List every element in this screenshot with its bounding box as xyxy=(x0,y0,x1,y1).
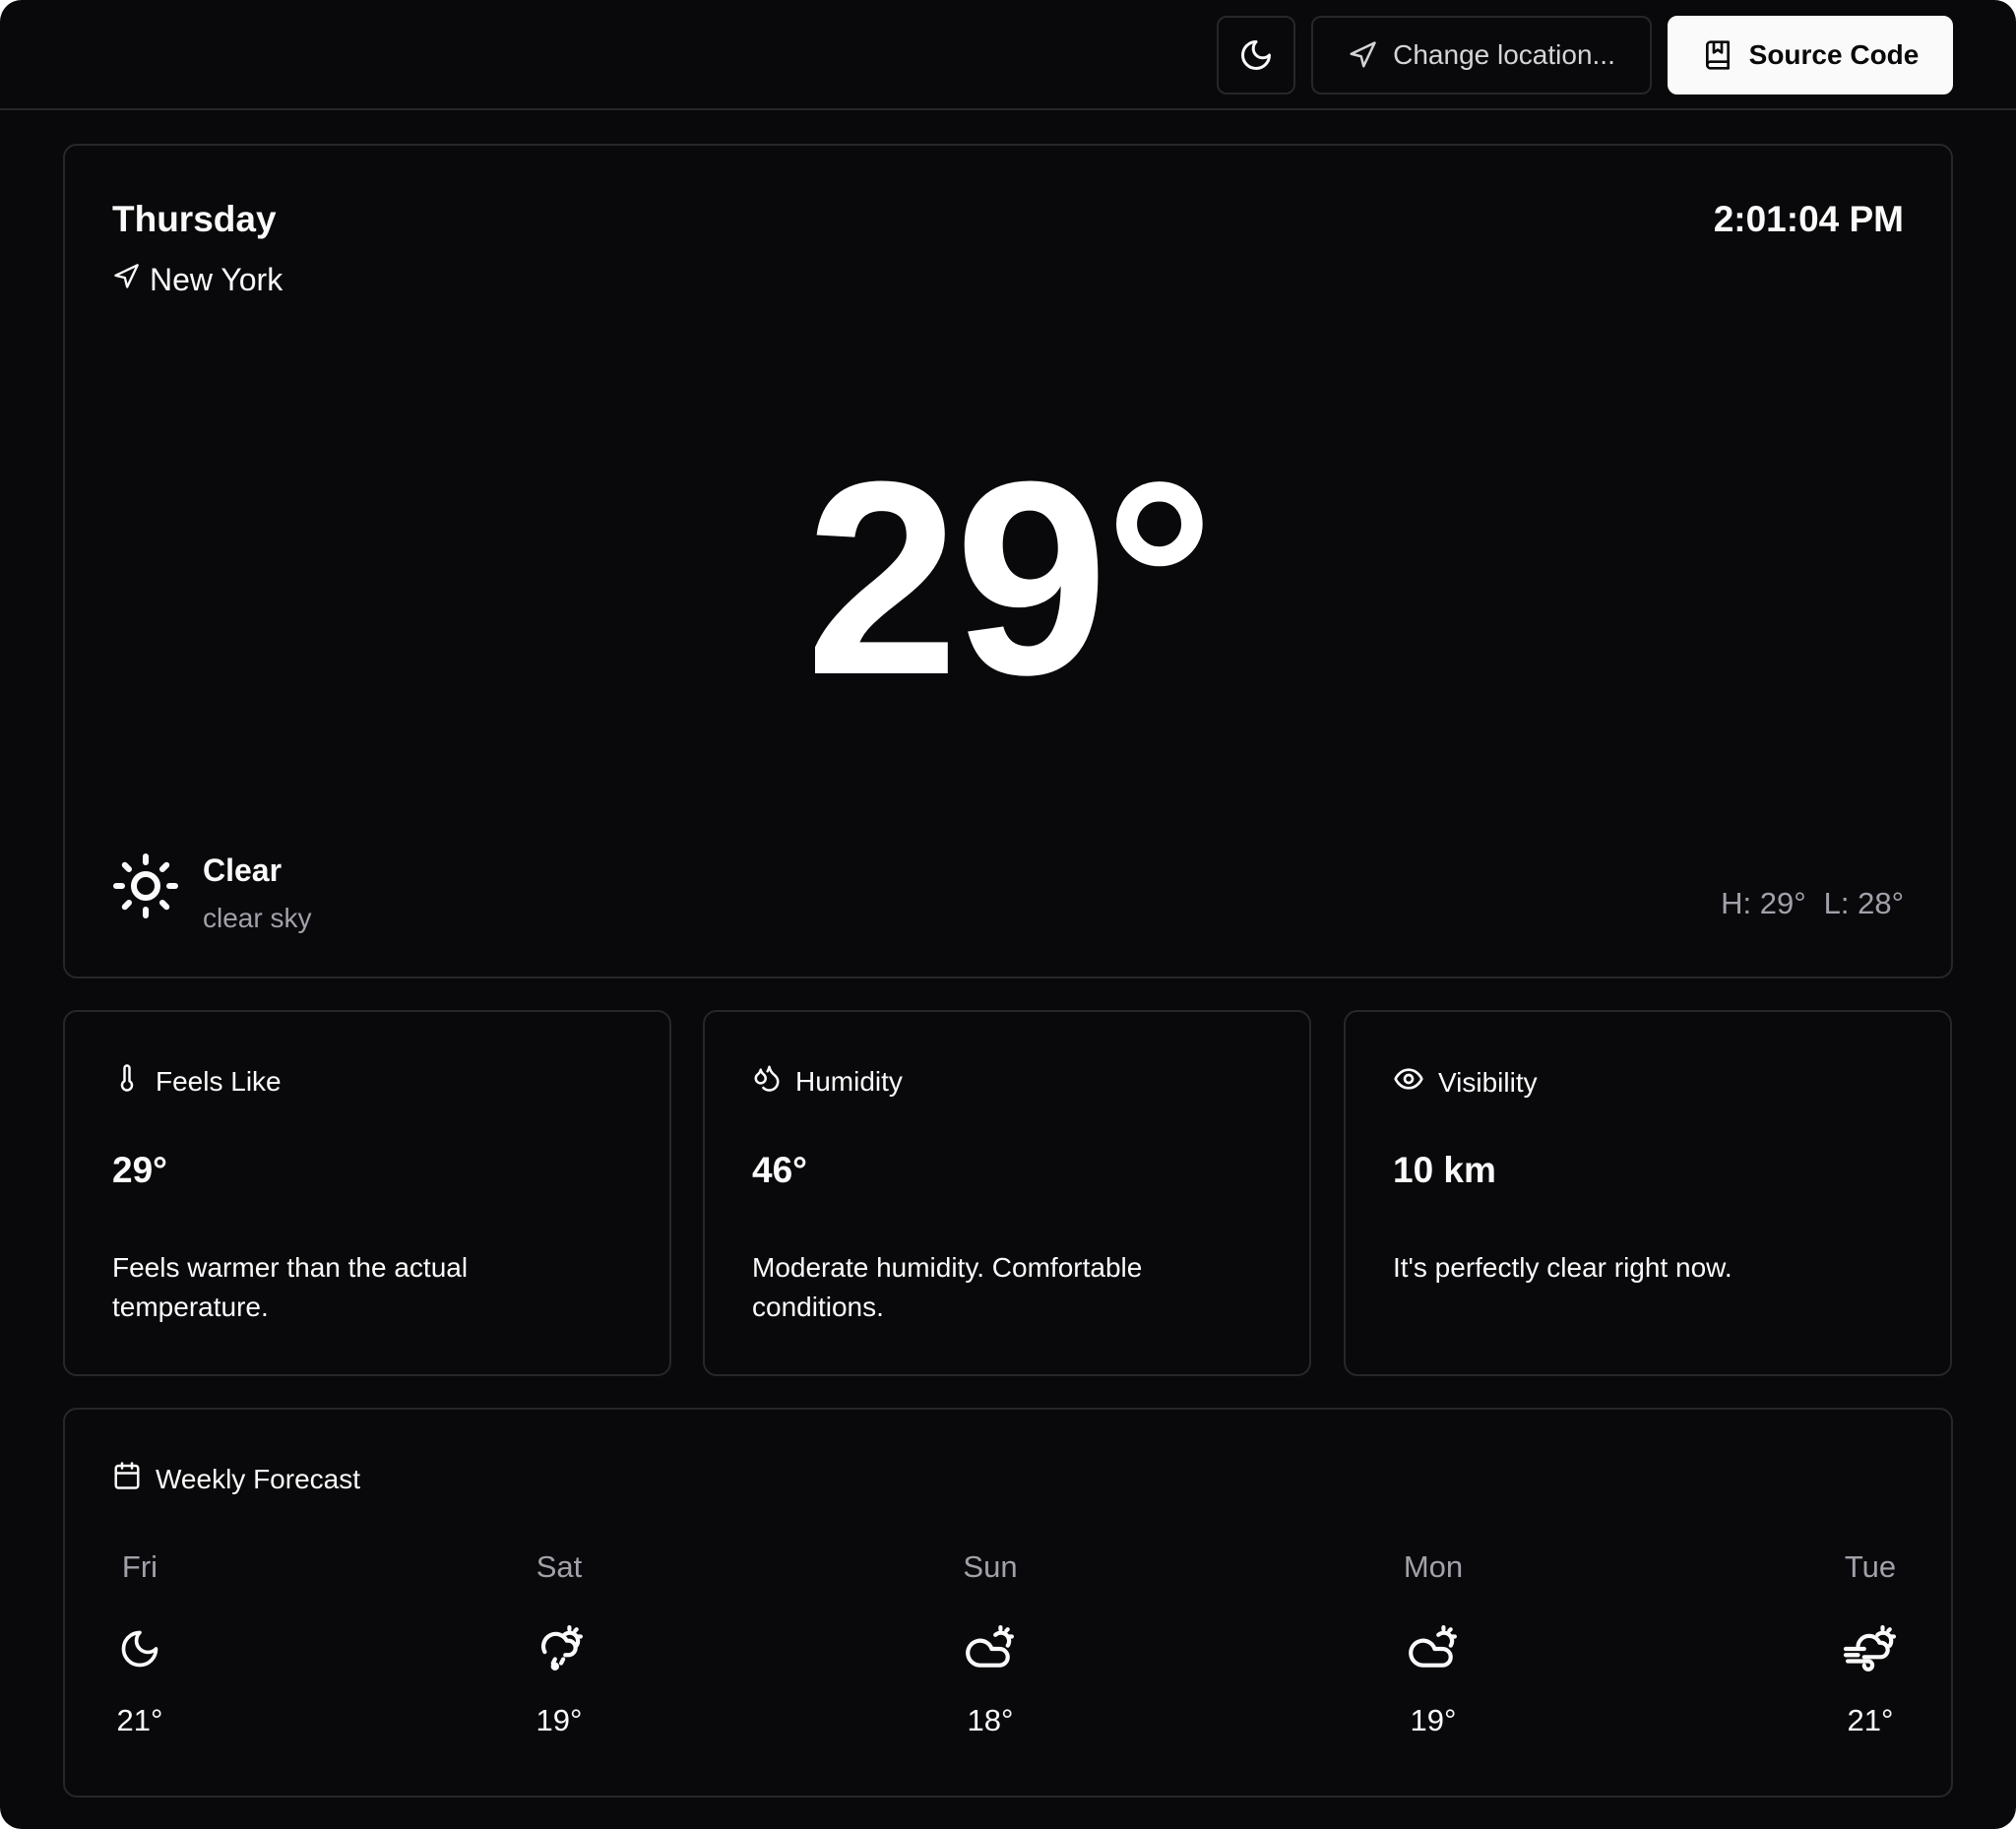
humidity-header: Humidity xyxy=(752,1063,903,1100)
weekly-forecast-header: Weekly Forecast xyxy=(112,1461,360,1497)
weather-app: Change location... Source Code Thursday … xyxy=(0,0,2016,1829)
humidity-description: Moderate humidity. Comfortable condition… xyxy=(752,1252,1143,1322)
forecast-day-temp: 19° xyxy=(536,1703,583,1737)
forecast-day: Sat 19° xyxy=(500,1547,618,1740)
current-temperature: 29° xyxy=(805,425,1214,732)
change-location-button[interactable]: Change location... xyxy=(1311,16,1652,95)
current-time: 2:01:04 PM xyxy=(1713,199,1904,239)
feels-like-description: Feels warmer than the actual temperature… xyxy=(112,1252,469,1322)
forecast-day-temp: 19° xyxy=(1410,1703,1457,1737)
sun-icon xyxy=(110,851,181,926)
feels-like-header: Feels Like xyxy=(112,1063,282,1100)
theme-toggle-button[interactable] xyxy=(1217,16,1295,95)
moon-icon xyxy=(1238,37,1274,73)
forecast-day: Mon 19° xyxy=(1374,1547,1492,1740)
current-location: New York xyxy=(112,262,283,298)
humidity-label: Humidity xyxy=(795,1065,903,1097)
feels-like-card: Feels Like 29° Feels warmer than the act… xyxy=(63,1010,671,1376)
cloud-sun-icon xyxy=(931,1624,1049,1673)
visibility-label: Visibility xyxy=(1438,1066,1538,1098)
forecast-day-name: Sun xyxy=(963,1549,1018,1584)
low-temperature: L: 28° xyxy=(1823,886,1904,920)
visibility-value: 10 km xyxy=(1393,1150,1496,1190)
forecast-day-name: Mon xyxy=(1403,1549,1464,1584)
forecast-day-name: Sat xyxy=(536,1549,583,1584)
thermometer-icon xyxy=(112,1063,142,1100)
book-icon xyxy=(1702,39,1733,71)
current-condition: Clear clear sky xyxy=(110,851,311,934)
top-bar: Change location... Source Code xyxy=(0,0,2016,110)
humidity-value: 46° xyxy=(752,1150,807,1190)
eye-icon xyxy=(1393,1063,1424,1102)
forecast-day-temp: 18° xyxy=(967,1703,1014,1737)
wind-cloud-sun-icon xyxy=(1811,1624,1929,1673)
current-weather-card: Thursday 2:01:04 PM New York 29° Clear c… xyxy=(63,144,1953,978)
high-low: H: 29° L: 28° xyxy=(1721,886,1904,921)
forecast-day: Tue 21° xyxy=(1811,1547,1929,1740)
droplets-icon xyxy=(752,1063,782,1100)
condition-label: Clear xyxy=(203,852,283,888)
forecast-day-temp: 21° xyxy=(1847,1703,1894,1737)
forecast-day-temp: 21° xyxy=(116,1703,163,1737)
forecast-day: Fri 21° xyxy=(81,1547,199,1740)
weekly-forecast-card: Weekly Forecast Fri 21° Sat 19° Sun 18° … xyxy=(63,1408,1953,1797)
feels-like-value: 29° xyxy=(112,1150,167,1190)
cloud-rain-sun-icon xyxy=(500,1624,618,1673)
source-code-button[interactable]: Source Code xyxy=(1668,16,1953,95)
condition-description: clear sky xyxy=(203,903,312,933)
calendar-icon xyxy=(112,1461,142,1497)
feels-like-label: Feels Like xyxy=(156,1065,282,1097)
change-location-label: Change location... xyxy=(1393,39,1615,70)
forecast-day-name: Tue xyxy=(1844,1549,1897,1584)
moon-icon xyxy=(81,1624,199,1673)
visibility-description: It's perfectly clear right now. xyxy=(1393,1252,1732,1283)
current-day: Thursday xyxy=(112,199,277,239)
forecast-day-name: Fri xyxy=(121,1549,158,1584)
high-temperature: H: 29° xyxy=(1721,886,1806,920)
location-name: New York xyxy=(150,262,284,297)
cloud-sun-icon xyxy=(1374,1624,1492,1673)
humidity-card: Humidity 46° Moderate humidity. Comforta… xyxy=(703,1010,1311,1376)
source-code-label: Source Code xyxy=(1748,39,1920,70)
visibility-card: Visibility 10 km It's perfectly clear ri… xyxy=(1344,1010,1952,1376)
forecast-day: Sun 18° xyxy=(931,1547,1049,1740)
visibility-header: Visibility xyxy=(1393,1063,1538,1102)
navigation-icon xyxy=(112,262,140,298)
navigation-icon xyxy=(1348,40,1377,70)
weekly-forecast-title: Weekly Forecast xyxy=(156,1463,360,1494)
